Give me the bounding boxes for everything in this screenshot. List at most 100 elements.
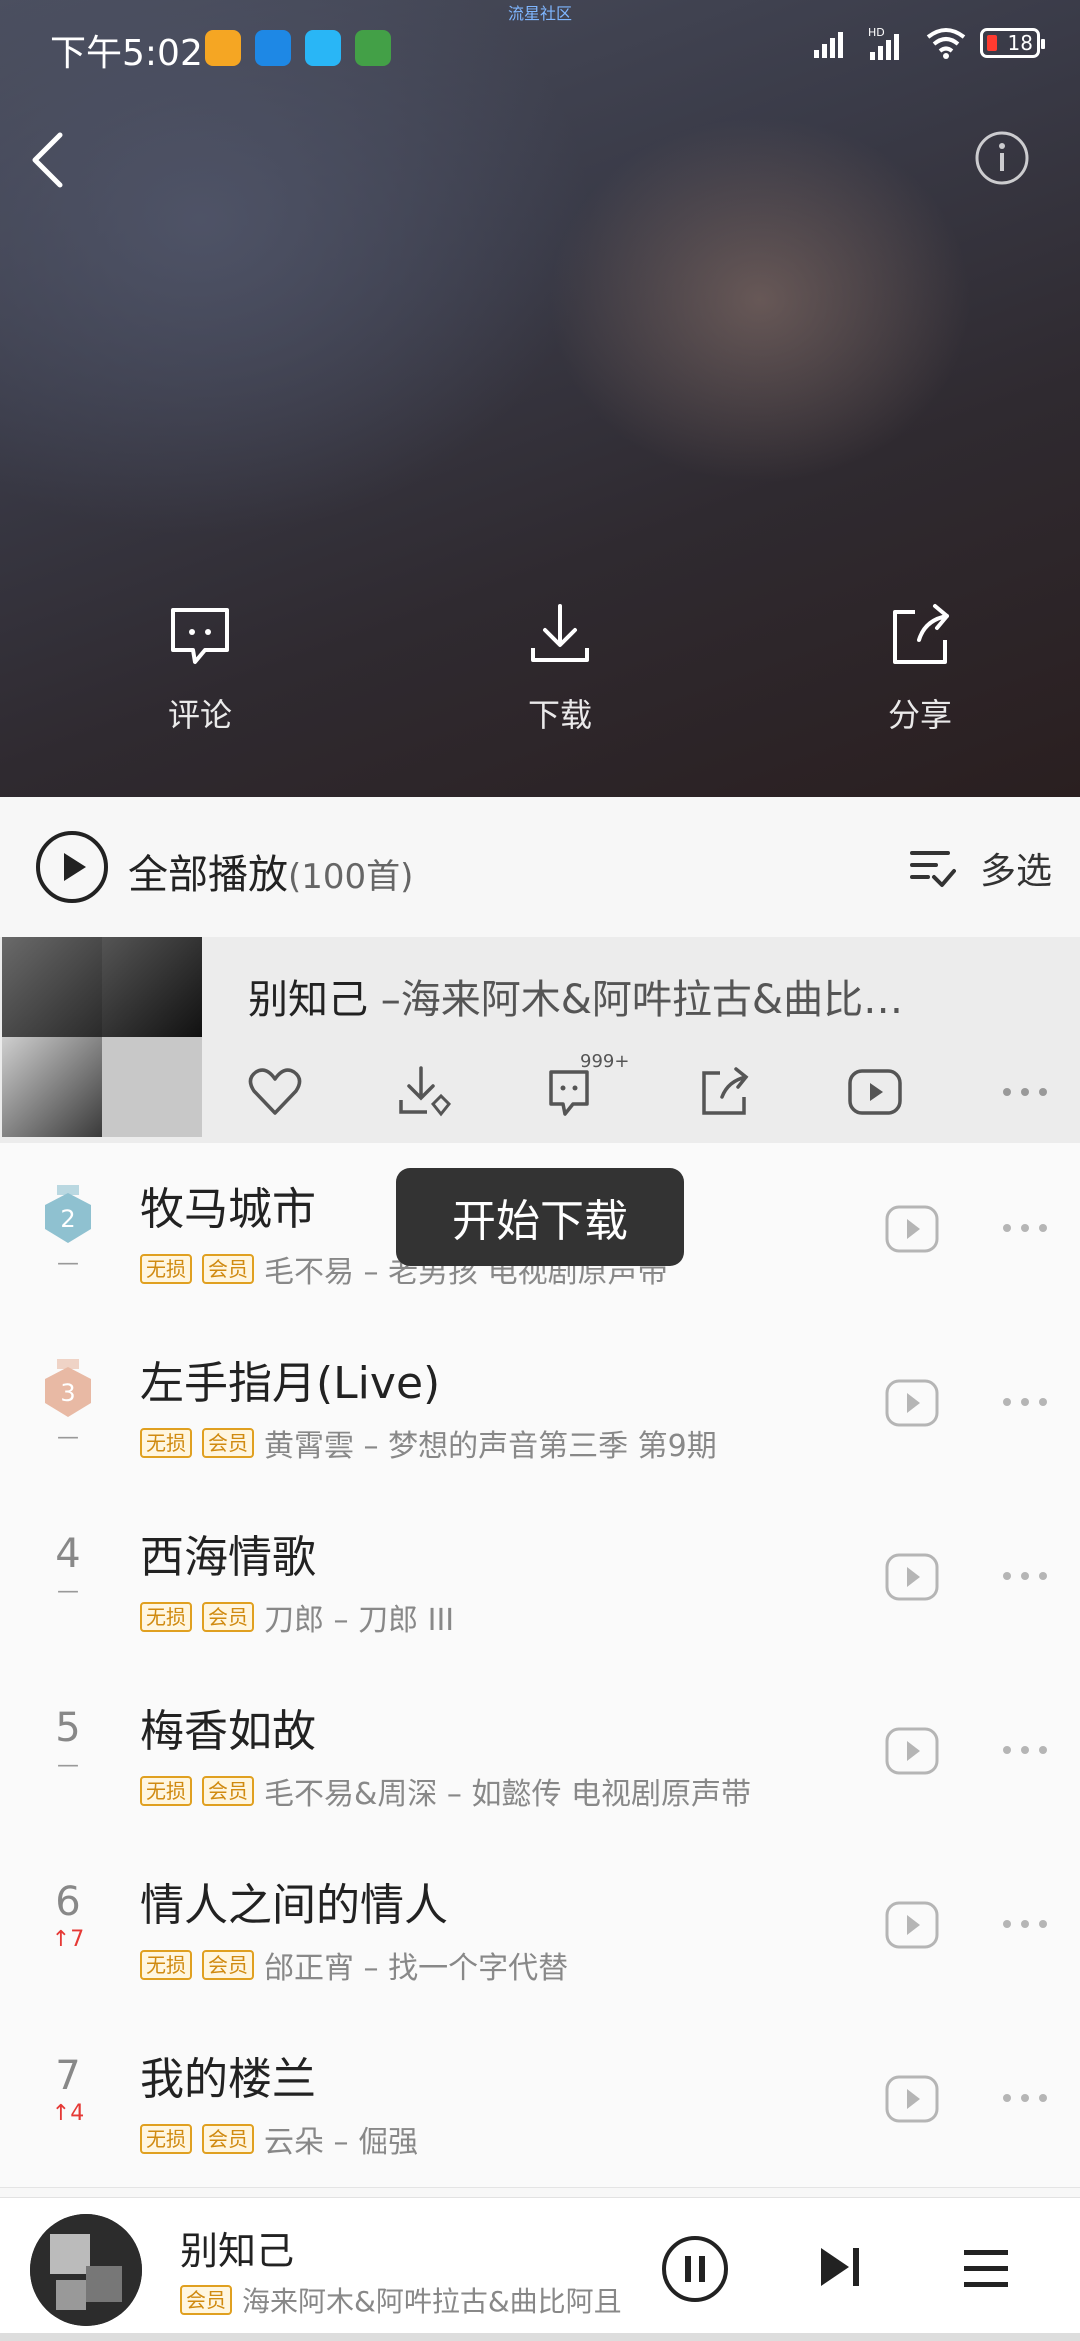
video-play-icon[interactable] <box>884 1201 940 1257</box>
app-notification-icon <box>255 30 291 66</box>
song-row[interactable]: 6 ↑7 情人之间的情人 无损 会员 邰正宵 – 找一个字代替 <box>0 1839 1080 2014</box>
signal-hd-icon: HD <box>868 26 899 60</box>
play-all-bar: 全部播放(100首) 多选 <box>0 797 1080 937</box>
download-icon <box>531 604 589 662</box>
video-play-icon[interactable] <box>884 1375 940 1431</box>
player-artist: 海来阿木&阿吽拉古&曲比阿且 <box>242 2285 622 2318</box>
current-song-card[interactable]: 别知己 –海来阿木&阿吽拉古&曲比… 999+ <box>0 937 1080 1143</box>
video-play-icon <box>848 1069 902 1115</box>
heart-icon <box>248 1068 302 1115</box>
rank-medal: 2 — <box>36 1185 100 1276</box>
more-dots-icon[interactable] <box>1000 1213 1050 1243</box>
download-button[interactable]: 下载 <box>400 600 720 736</box>
player-album-art[interactable] <box>30 2214 142 2326</box>
rank-number: 6 <box>55 1879 81 1925</box>
share-icon <box>702 1067 749 1115</box>
blurred-header-background: 流星社区 下午5:02 HD 18 评论 下载 分享 <box>0 0 1080 797</box>
vip-tag: 会员 <box>202 2124 254 2154</box>
play-all-label: 全部播放 <box>128 852 288 898</box>
lossless-tag: 无损 <box>140 1776 192 1806</box>
next-track-button[interactable] <box>815 2242 865 2292</box>
vip-tag: 会员 <box>202 1428 254 1458</box>
info-icon[interactable] <box>974 130 1030 186</box>
current-artist-text: –海来阿木&阿吽拉古&曲比… <box>368 977 904 1023</box>
playlist-icon[interactable] <box>960 2242 1012 2294</box>
share-label: 分享 <box>887 696 952 734</box>
more-dots-icon <box>1003 1088 1047 1096</box>
song-title: 我的楼兰 <box>140 2054 316 2105</box>
share-icon <box>893 604 949 664</box>
song-more-button[interactable] <box>990 1057 1060 1127</box>
multiselect-icon <box>909 851 956 887</box>
rank-medal: 3 — <box>36 1359 100 1450</box>
video-play-icon[interactable] <box>884 1723 940 1779</box>
pause-button[interactable] <box>660 2234 730 2304</box>
more-dots-icon[interactable] <box>1000 1909 1050 1939</box>
song-comment-button[interactable]: 999+ <box>540 1051 629 1127</box>
rank: 6 ↑7 <box>36 1879 100 1952</box>
more-dots-icon[interactable] <box>1000 1387 1050 1417</box>
rank-number: 4 <box>55 1531 81 1577</box>
song-artist-album: 云朵 – 倔强 <box>264 2125 419 2160</box>
share-button[interactable]: 分享 <box>760 600 1080 736</box>
download-song-button[interactable] <box>390 1057 460 1127</box>
video-play-icon[interactable] <box>884 1897 940 1953</box>
mini-player[interactable]: 别知己 会员 海来阿木&阿吽拉古&曲比阿且 <box>0 2197 1080 2341</box>
more-dots-icon[interactable] <box>1000 2083 1050 2113</box>
song-subtitle: 无损 会员 邰正宵 – 找一个字代替 <box>140 1943 568 1987</box>
song-row[interactable]: 5 — 梅香如故 无损 会员 毛不易&周深 – 如懿传 电视剧原声带 <box>0 1665 1080 1840</box>
song-artist-album: 刀郎 – 刀郎 III <box>264 1603 455 1638</box>
song-row[interactable]: 3 — 左手指月(Live) 无损 会员 黄霄雲 – 梦想的声音第三季 第9期 <box>0 1317 1080 1492</box>
svg-text:HD: HD <box>868 26 885 39</box>
multiselect-label: 多选 <box>979 851 1052 892</box>
player-artist-line: 会员 海来阿木&阿吽拉古&曲比阿且 <box>180 2280 622 2320</box>
song-title: 左手指月(Live) <box>140 1358 441 1409</box>
song-artist-album: 邰正宵 – 找一个字代替 <box>264 1951 569 1986</box>
lossless-tag: 无损 <box>140 1428 192 1458</box>
more-dots-icon[interactable] <box>1000 1735 1050 1765</box>
song-count: (100首) <box>288 857 414 897</box>
status-bar: 下午5:02 HD 18 <box>0 0 1080 96</box>
comment-icon <box>549 1070 589 1116</box>
download-notification-icon <box>355 30 391 66</box>
action-bar: 评论 下载 分享 <box>0 600 1080 736</box>
song-artist-album: 黄霄雲 – 梦想的声音第三季 第9期 <box>264 1429 717 1464</box>
current-title-text: 别知己 <box>248 977 368 1023</box>
song-video-button[interactable] <box>840 1057 910 1127</box>
song-title: 牧马城市 <box>140 1184 316 1235</box>
signal-icon <box>814 32 843 58</box>
current-song-title: 别知己 –海来阿木&阿吽拉古&曲比… <box>248 967 903 1025</box>
svg-text:2: 2 <box>60 1205 75 1233</box>
rank-change: — <box>57 1753 79 1778</box>
back-arrow-icon[interactable] <box>20 125 80 195</box>
play-all-button[interactable]: 全部播放(100首) <box>128 842 413 900</box>
multiselect-button[interactable]: 多选 <box>909 842 1052 894</box>
like-button[interactable] <box>240 1057 310 1127</box>
album-cover <box>2 937 202 1137</box>
more-dots-icon[interactable] <box>1000 1561 1050 1591</box>
song-title: 西海情歌 <box>140 1532 316 1583</box>
song-row[interactable]: 7 ↑4 我的楼兰 无损 会员 云朵 – 倔强 <box>0 2013 1080 2188</box>
rank-number: 5 <box>55 1705 81 1751</box>
rank-change: ↑7 <box>51 1927 85 1952</box>
rank-change: — <box>57 1579 79 1604</box>
app-notification-icon <box>205 30 241 66</box>
song-row[interactable]: 4 — 西海情歌 无损 会员 刀郎 – 刀郎 III <box>0 1491 1080 1666</box>
lossless-tag: 无损 <box>140 1950 192 1980</box>
song-subtitle: 无损 会员 刀郎 – 刀郎 III <box>140 1595 454 1639</box>
rank: 5 — <box>36 1705 100 1778</box>
current-song-actions: 999+ <box>240 1051 1080 1127</box>
vip-tag: 会员 <box>202 1776 254 1806</box>
vip-tag: 会员 <box>202 1950 254 1980</box>
video-play-icon[interactable] <box>884 2071 940 2127</box>
play-all-icon[interactable] <box>34 829 110 905</box>
video-play-icon[interactable] <box>884 1549 940 1605</box>
comment-count-badge: 999+ <box>580 1051 630 1072</box>
rank-medal-icon: 3 <box>45 1359 91 1417</box>
rank-number: 7 <box>55 2053 81 2099</box>
song-share-button[interactable] <box>690 1057 760 1127</box>
comment-button[interactable]: 评论 <box>40 600 360 736</box>
download-toast: 开始下载 <box>396 1168 684 1266</box>
rank-change: — <box>57 1425 79 1450</box>
rank: 7 ↑4 <box>36 2053 100 2126</box>
